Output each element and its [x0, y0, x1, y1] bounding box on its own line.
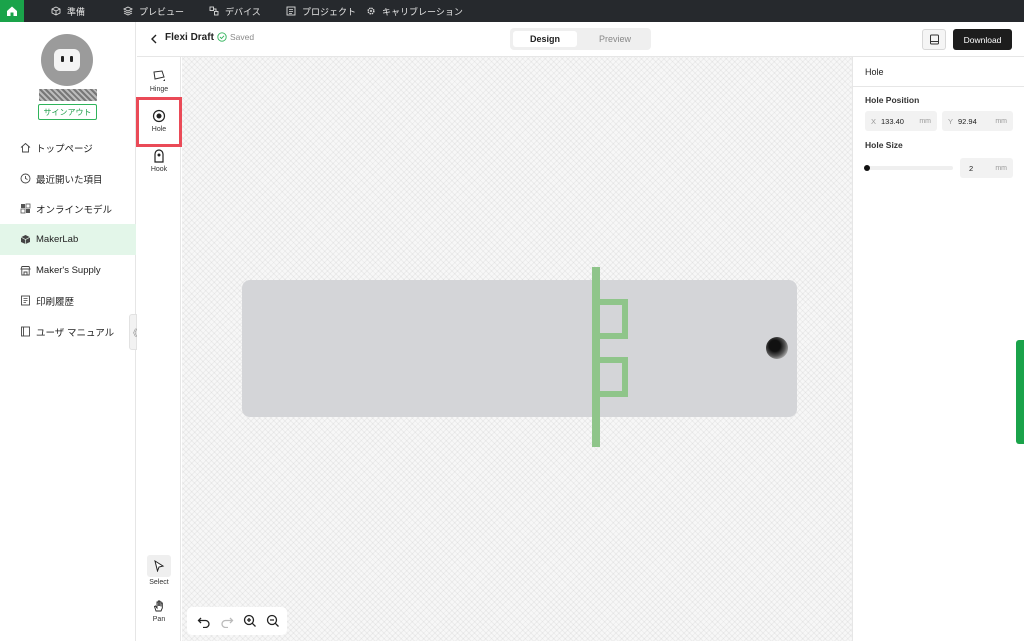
y-unit: mm [995, 117, 1007, 125]
download-button[interactable]: Download [953, 29, 1012, 50]
topnav-calibration[interactable]: キャリブレーション [365, 0, 463, 22]
y-axis-label: Y [948, 116, 954, 126]
hinge-segment-bottom-1 [600, 333, 628, 339]
sidebar-item-top-page[interactable]: トップページ [0, 132, 136, 163]
save-status: Saved [217, 32, 254, 42]
panel-title: Hole [865, 67, 884, 77]
canvas-controls [187, 607, 287, 635]
feedback-tab[interactable] [1016, 340, 1024, 444]
zoom-out-icon [266, 614, 279, 627]
sidebar-collapse-button[interactable]: 《 [129, 314, 138, 350]
hole-size-slider[interactable] [865, 166, 953, 170]
flexi-board[interactable] [242, 280, 797, 417]
hole-size-slider-thumb[interactable] [864, 165, 870, 171]
topnav-devices[interactable]: デバイス [208, 0, 261, 22]
list-icon [285, 6, 296, 17]
redo-icon [221, 617, 234, 628]
sidebar: サインアウト トップページ 最近開いた項目 オンラインモデル MakerLab … [0, 22, 138, 641]
home-icon [7, 6, 17, 16]
avatar[interactable] [41, 34, 93, 86]
sidebar-item-user-manual[interactable]: ユーザ マニュアル [0, 316, 136, 347]
layers-icon [122, 6, 133, 17]
signout-button[interactable]: サインアウト [38, 104, 97, 120]
sidebar-item-print-history[interactable]: 印刷履歴 [0, 285, 136, 316]
topnav-projects[interactable]: プロジェクト [285, 0, 356, 22]
hand-icon [152, 599, 166, 613]
undo-button[interactable] [193, 610, 215, 632]
cursor-arrow-icon [154, 560, 165, 572]
guide-button[interactable] [922, 29, 946, 50]
book-icon [19, 326, 31, 338]
tab-preview[interactable]: Preview [583, 31, 647, 47]
hook-icon [152, 149, 166, 163]
tool-hook[interactable]: Hook [137, 145, 181, 181]
panel-divider [853, 86, 1024, 87]
document-title[interactable]: Flexi Draft [165, 32, 214, 43]
tool-hinge[interactable]: Hinge [137, 65, 181, 101]
hole-tool-highlight [136, 97, 182, 147]
store-icon [19, 265, 31, 277]
check-circle-icon [217, 32, 227, 42]
hole-y-field[interactable]: Y 92.94 mm [942, 111, 1013, 131]
tool-pan[interactable]: Pan [137, 595, 181, 631]
cubes-icon [19, 203, 31, 215]
y-value: 92.94 [958, 116, 977, 126]
hole-position-label: Hole Position [865, 95, 920, 105]
sidebar-item-online-models[interactable]: オンラインモデル [0, 193, 136, 224]
design-canvas[interactable] [182, 57, 852, 641]
hole-x-field[interactable]: X 133.40 mm [865, 111, 937, 131]
x-unit: mm [919, 117, 931, 125]
top-nav-bar: 準備 プレビュー デバイス プロジェクト キャリブレーション [0, 0, 1024, 22]
home-button[interactable] [0, 0, 24, 22]
tool-select[interactable]: Select [137, 551, 181, 587]
hinge-segment-bottom-2 [600, 391, 628, 397]
lab-cube-icon [19, 234, 31, 246]
cube-icon [50, 6, 61, 17]
book-icon [929, 34, 939, 45]
topnav-preview[interactable]: プレビュー [122, 0, 184, 22]
mode-toggle: Design Preview [510, 28, 651, 50]
hole-size-label: Hole Size [865, 140, 903, 150]
sidebar-item-recent[interactable]: 最近開いた項目 [0, 163, 136, 194]
zoom-in-icon [243, 614, 256, 627]
sidebar-item-makerlab[interactable]: MakerLab [0, 224, 136, 255]
undo-icon [197, 617, 210, 628]
chevron-left-icon [151, 34, 157, 44]
robot-avatar-icon [54, 49, 80, 71]
history-icon [19, 295, 31, 307]
zoom-in-button[interactable] [239, 610, 261, 632]
clock-icon [19, 173, 31, 185]
size-unit: mm [995, 164, 1007, 172]
back-button[interactable] [148, 32, 160, 46]
hinge-spine[interactable] [592, 267, 600, 447]
sidebar-item-makers-supply[interactable]: Maker's Supply [0, 255, 136, 286]
redo-button[interactable] [216, 610, 238, 632]
devices-icon [208, 6, 219, 17]
tab-design[interactable]: Design [513, 31, 577, 47]
properties-panel: Hole Hole Position X 133.40 mm Y 92.94 m… [852, 57, 1024, 641]
zoom-out-button[interactable] [262, 610, 284, 632]
topnav-prepare[interactable]: 準備 [50, 0, 85, 22]
x-value: 133.40 [881, 116, 904, 126]
home-icon [19, 142, 31, 154]
username-redacted [39, 89, 97, 101]
size-value: 2 [969, 163, 974, 173]
gear-icon [365, 6, 376, 17]
x-axis-label: X [871, 116, 877, 126]
hole-size-field[interactable]: 2 mm [960, 158, 1013, 178]
editor-header: Flexi Draft Saved Design Preview Downloa… [137, 22, 1024, 57]
hole-marker[interactable] [766, 337, 788, 359]
hinge-icon [152, 69, 166, 83]
